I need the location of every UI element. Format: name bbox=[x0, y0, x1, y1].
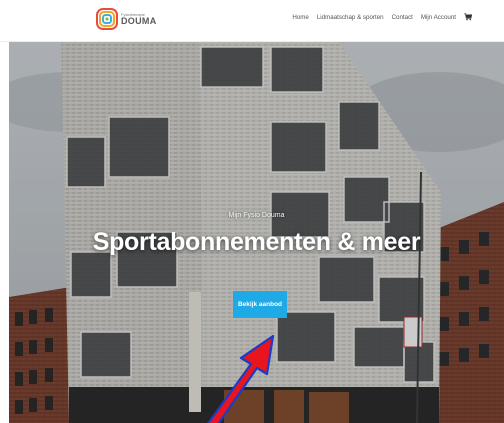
nav-contact[interactable]: Contact bbox=[392, 14, 413, 21]
cart-icon[interactable] bbox=[464, 13, 472, 21]
logo-text: Fysiotherapie DOUMA bbox=[121, 12, 157, 26]
nav-lidmaatschap[interactable]: Lidmaatschap & sporten bbox=[317, 14, 384, 21]
hero-title: Sportabonnementen & meer bbox=[92, 228, 421, 256]
logo-icon bbox=[96, 8, 118, 30]
site-header: Fysiotherapie DOUMA Home Lidmaatschap & … bbox=[0, 0, 504, 42]
main-nav: Home Lidmaatschap & sporten Contact Mijn… bbox=[292, 9, 472, 25]
site-logo[interactable]: Fysiotherapie DOUMA bbox=[96, 5, 166, 33]
red-arrow-annotation bbox=[207, 334, 275, 423]
hero-subtitle: Mijn Fysio Douma bbox=[228, 212, 285, 219]
logo-brand-text: DOUMA bbox=[121, 15, 157, 26]
bekijk-aanbod-button[interactable]: Bekijk aanbod bbox=[233, 291, 287, 318]
hero-section: Mijn Fysio Douma Sportabonnementen & mee… bbox=[9, 42, 504, 423]
nav-mijn-account[interactable]: Mijn Account bbox=[421, 14, 456, 21]
nav-home[interactable]: Home bbox=[292, 14, 309, 21]
